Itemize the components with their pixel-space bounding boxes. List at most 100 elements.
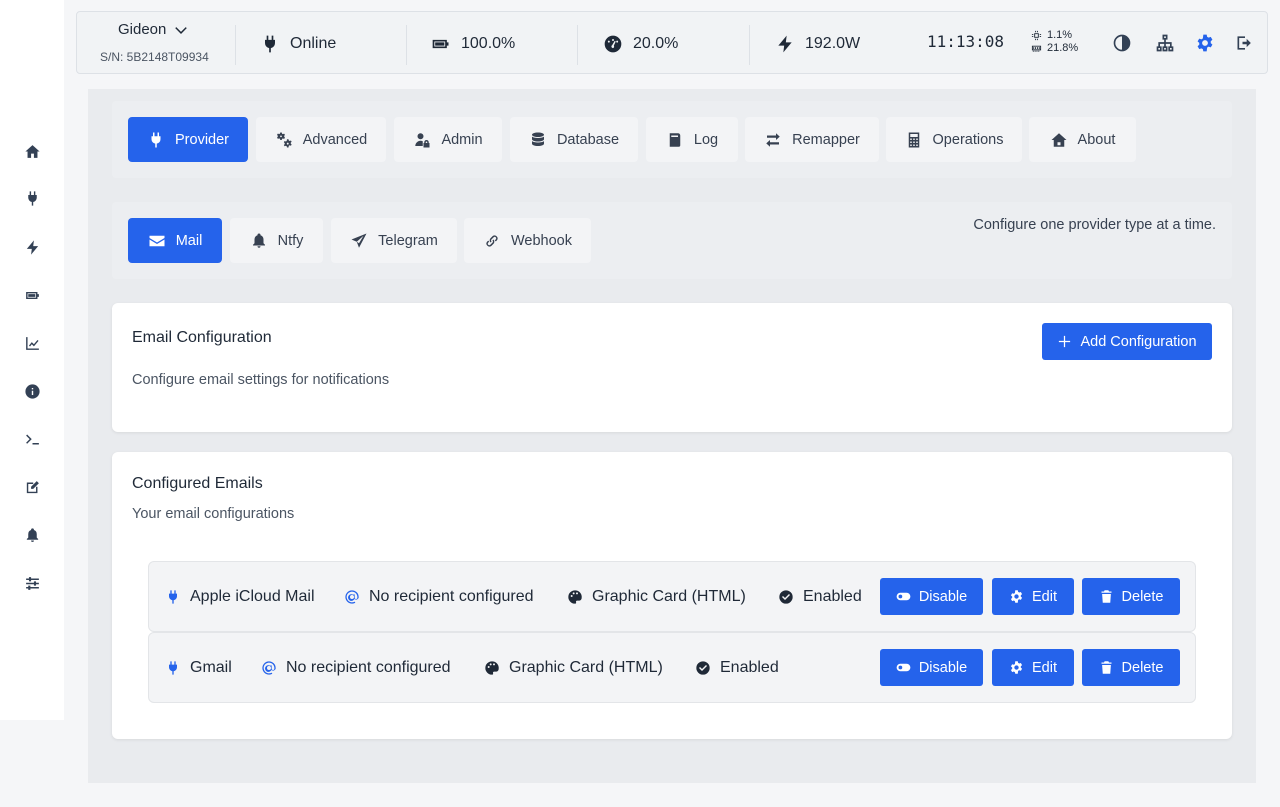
- tab-telegram[interactable]: Telegram: [331, 218, 457, 263]
- tab-log[interactable]: Log: [646, 117, 738, 162]
- tab-label: Webhook: [511, 232, 572, 249]
- button-label: Add Configuration: [1080, 333, 1197, 350]
- tab-about[interactable]: About: [1029, 117, 1136, 162]
- card-description: Your email configurations: [132, 506, 295, 522]
- home-icon[interactable]: [22, 141, 42, 161]
- link-icon: [486, 234, 498, 247]
- divider: [235, 25, 236, 65]
- tab-provider[interactable]: Provider: [128, 117, 248, 162]
- logout-icon[interactable]: [1234, 32, 1256, 54]
- email-configuration-card: Email Configuration Configure email sett…: [112, 303, 1232, 432]
- log-icon: [669, 132, 681, 147]
- network-icon[interactable]: [1154, 32, 1176, 54]
- connection-label: Online: [290, 34, 337, 52]
- device-serial: S/N: 5B2148T09934: [100, 50, 209, 64]
- state-label: Enabled: [720, 658, 779, 676]
- card-title: Configured Emails: [132, 475, 263, 492]
- bolt-icon: [778, 35, 792, 52]
- card-title: Email Configuration: [132, 329, 272, 346]
- format-label: Graphic Card (HTML): [509, 658, 663, 676]
- divider: [406, 25, 407, 65]
- plug-icon: [265, 35, 275, 52]
- cpu-value: 1.1%: [1047, 29, 1073, 41]
- email-row: Apple iCloud Mail No recipient configure…: [148, 561, 1196, 632]
- email-state: Enabled: [778, 562, 862, 631]
- check-circle-icon: [696, 660, 710, 675]
- edit-button[interactable]: Edit: [992, 649, 1074, 686]
- recipient-label: No recipient configured: [369, 587, 534, 605]
- battery-icon: [432, 39, 449, 48]
- battery-icon[interactable]: [22, 285, 42, 305]
- email-name: Gmail: [165, 633, 232, 702]
- tab-label: Provider: [175, 131, 229, 148]
- trash-icon: [1101, 661, 1112, 674]
- settings-gear-icon[interactable]: [1194, 32, 1216, 54]
- email-state: Enabled: [695, 633, 779, 702]
- bolt-icon[interactable]: [22, 237, 42, 257]
- tab-label: About: [1077, 131, 1116, 148]
- tab-label: Mail: [175, 232, 203, 249]
- gauge-icon: [604, 35, 622, 52]
- info-icon[interactable]: [22, 381, 42, 401]
- load-status: 20.0%: [603, 12, 678, 75]
- plug-icon: [169, 660, 177, 675]
- toggle-icon: [896, 663, 911, 672]
- chart-line-icon[interactable]: [22, 333, 42, 353]
- delete-button[interactable]: Delete: [1082, 578, 1180, 615]
- email-recipient: No recipient configured: [344, 562, 534, 631]
- palette-icon: [568, 589, 582, 604]
- load-value: 20.0%: [633, 34, 679, 52]
- user-lock-icon: [415, 132, 430, 147]
- delete-button[interactable]: Delete: [1082, 649, 1180, 686]
- tab-ntfy[interactable]: Ntfy: [230, 218, 323, 263]
- email-format: Graphic Card (HTML): [484, 633, 663, 702]
- divider: [749, 25, 750, 65]
- theme-toggle-icon[interactable]: [1111, 32, 1133, 54]
- state-label: Enabled: [803, 587, 862, 605]
- button-label: Delete: [1121, 588, 1164, 605]
- tab-label: Ntfy: [277, 232, 304, 249]
- tab-label: Remapper: [792, 131, 860, 148]
- tab-admin[interactable]: Admin: [394, 117, 502, 162]
- recipient-label: No recipient configured: [286, 658, 451, 676]
- device-selector[interactable]: Gideon S/N: 5B2148T09934: [77, 12, 235, 75]
- bell-icon[interactable]: [22, 525, 42, 545]
- tab-remapper[interactable]: Remapper: [745, 117, 879, 162]
- at-icon: [345, 589, 359, 604]
- palette-icon: [485, 660, 499, 675]
- tab-label: Database: [556, 131, 620, 148]
- plug-icon: [169, 589, 177, 604]
- memory-value: 21.8%: [1047, 42, 1079, 54]
- plug-icon: [151, 132, 161, 147]
- plug-icon[interactable]: [22, 188, 42, 208]
- database-icon: [531, 132, 544, 146]
- email-name-label: Gmail: [190, 658, 232, 676]
- card-description: Configure email settings for notificatio…: [132, 372, 390, 388]
- disable-button[interactable]: Disable: [880, 578, 983, 615]
- tab-label: Telegram: [378, 232, 438, 249]
- toggle-icon: [896, 592, 911, 601]
- sliders-icon[interactable]: [22, 573, 42, 593]
- add-configuration-button[interactable]: Add Configuration: [1042, 323, 1212, 360]
- memory-icon: [1031, 45, 1042, 52]
- status-bar: Gideon S/N: 5B2148T09934 Online 100.0% 2…: [76, 11, 1268, 74]
- arrows-exchange-icon: [766, 132, 780, 147]
- tab-label: Admin: [441, 131, 483, 148]
- device-name: Gideon: [118, 21, 167, 38]
- tab-operations[interactable]: Operations: [886, 117, 1022, 162]
- trash-icon: [1101, 590, 1112, 603]
- disable-button[interactable]: Disable: [880, 649, 983, 686]
- battery-value: 100.0%: [461, 34, 516, 52]
- device-dropdown[interactable]: Gideon: [118, 21, 188, 38]
- edit-button[interactable]: Edit: [992, 578, 1074, 615]
- tab-webhook[interactable]: Webhook: [464, 218, 591, 263]
- tab-database[interactable]: Database: [510, 117, 638, 162]
- clock: 11:13:08: [927, 32, 1005, 51]
- plus-icon: [1059, 335, 1071, 348]
- terminal-icon[interactable]: [22, 429, 42, 449]
- house-icon: [1051, 132, 1067, 147]
- edit-icon[interactable]: [22, 477, 42, 497]
- tab-label: Advanced: [302, 131, 368, 148]
- tab-mail[interactable]: Mail: [128, 218, 222, 263]
- tab-advanced[interactable]: Advanced: [256, 117, 386, 162]
